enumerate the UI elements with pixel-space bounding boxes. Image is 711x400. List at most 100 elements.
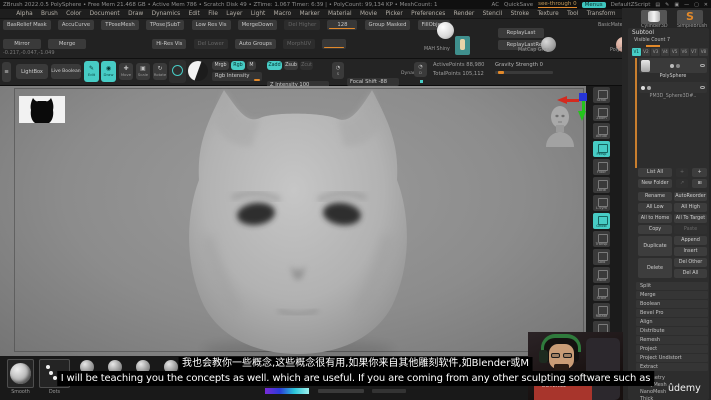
menu-preferences[interactable]: Preferences <box>407 11 449 17</box>
focal-shift-slider[interactable]: Focal Shift -88 <box>347 78 399 86</box>
user-icon[interactable]: ▣ <box>674 2 679 8</box>
edit-mode-button[interactable]: ✎ Edit <box>84 61 99 82</box>
tab-v1[interactable]: V1 <box>632 48 641 56</box>
move-mode-button[interactable]: ✚ Move <box>119 63 133 80</box>
menu-light[interactable]: Light <box>247 11 270 17</box>
accucurve-button[interactable]: AccuCurve <box>57 20 95 30</box>
shelf-slider-2[interactable] <box>372 389 406 393</box>
sculpt-viewport[interactable] <box>0 86 587 356</box>
section-extract[interactable]: Extract <box>636 363 708 371</box>
menu-file[interactable]: File <box>204 11 222 17</box>
shelf-zoom-button[interactable]: Zoom <box>593 105 610 121</box>
sculpt-head-model[interactable] <box>0 86 586 356</box>
mrgb-button[interactable]: Mrgb <box>212 61 229 70</box>
rgb-intensity-slider[interactable]: Rgb Intensity 100 <box>212 72 262 81</box>
insert-button[interactable]: Insert <box>674 247 707 256</box>
shelf-lsym-button[interactable]: L.Sym <box>593 195 610 211</box>
shelf-scroll-button[interactable]: Scroll <box>593 87 610 103</box>
low-res-vis-button[interactable]: Low Res Vis <box>191 20 231 30</box>
tool-cylinder3d[interactable]: Cylinder3D <box>641 10 668 29</box>
add-subtool-icon[interactable]: + <box>692 168 707 177</box>
tab-v5[interactable]: V5 <box>670 48 679 56</box>
menu-render[interactable]: Render <box>449 11 478 17</box>
duplicate-button[interactable]: Duplicate <box>638 236 672 256</box>
menu-brush[interactable]: Brush <box>37 11 62 17</box>
basrelief-mask-button[interactable]: BasRelief Mask <box>3 20 51 30</box>
tab-v8[interactable]: V8 <box>699 48 708 56</box>
section-split[interactable]: Split <box>636 282 708 290</box>
group-masked-button[interactable]: Group Masked <box>364 20 411 30</box>
all-to-home-button[interactable]: All to Home <box>638 214 672 223</box>
menu-draw[interactable]: Draw <box>124 11 148 17</box>
material-current-sphere[interactable] <box>188 61 208 81</box>
eye-icon[interactable] <box>700 63 705 68</box>
rotate-mode-button[interactable]: ↻ Rotate <box>153 63 167 80</box>
visible-count-slider[interactable]: Visible Count 7 <box>634 38 670 43</box>
shelf-rotate-button[interactable]: Rotate <box>593 303 610 319</box>
close-icon[interactable]: ✕ <box>704 2 708 8</box>
section-align[interactable]: Align <box>636 318 708 326</box>
draw-mode-button[interactable]: ◉ Draw <box>101 61 116 82</box>
all-to-target-button[interactable]: All To Target <box>674 214 707 223</box>
tab-v4[interactable]: V4 <box>660 48 670 56</box>
shelf-slider-1[interactable] <box>318 389 364 393</box>
shelf-local-button[interactable]: Local <box>593 177 610 193</box>
seethrough-slider[interactable]: see-through 0 <box>538 1 577 8</box>
menu-color[interactable]: Color <box>62 11 86 17</box>
tab-v2[interactable]: V2 <box>641 48 651 56</box>
res-slider[interactable]: 128 <box>327 20 358 30</box>
all-high-button[interactable]: All High <box>674 203 707 212</box>
maximize-icon[interactable]: ▢ <box>694 2 699 8</box>
menu-transform[interactable]: Transform <box>583 11 620 17</box>
section-boolean[interactable]: Boolean <box>636 300 708 308</box>
zadd-button[interactable]: Zadd <box>267 61 282 70</box>
list-all-button[interactable]: List All <box>638 168 672 177</box>
alpha-preview[interactable] <box>19 96 65 123</box>
stroke-preview-icon[interactable] <box>455 36 470 55</box>
palette-thickskin[interactable]: Thick Skin <box>636 396 664 400</box>
hi-res-vis-button[interactable]: Hi-Res Vis <box>152 39 187 49</box>
tool-simplebrush[interactable]: S SimpleBrush <box>677 10 707 29</box>
shelf-actual-button[interactable]: Actual <box>593 123 610 139</box>
minimize-icon[interactable]: — <box>684 2 689 8</box>
gravity-slider[interactable] <box>495 71 553 74</box>
menu-tool[interactable]: Tool <box>563 11 583 17</box>
shelf-floor-button[interactable]: Floor <box>593 159 610 175</box>
tab-v7[interactable]: V7 <box>689 48 699 56</box>
menu-picker[interactable]: Picker <box>381 11 407 17</box>
pen-icon[interactable]: ✎ <box>665 2 669 8</box>
del-lower-button[interactable]: Del Lower <box>193 39 228 49</box>
copy-button[interactable]: Copy <box>638 225 672 234</box>
mergedown-button[interactable]: MergeDown <box>237 20 278 30</box>
menu-alpha[interactable]: Alpha <box>12 11 37 17</box>
menu-texture[interactable]: Texture <box>533 11 563 17</box>
live-boolean-button[interactable]: Live Boolean <box>51 64 81 79</box>
section-remesh[interactable]: Remesh <box>636 336 708 344</box>
shelf-scale-button[interactable]: Scale <box>593 285 610 301</box>
rename-button[interactable]: Rename <box>638 192 672 201</box>
shelf-move-button[interactable]: Move <box>593 267 610 283</box>
menu-marker[interactable]: Marker <box>295 11 323 17</box>
plus-icon[interactable]: + <box>676 168 688 177</box>
del-higher-button[interactable]: Del Higher <box>284 20 321 30</box>
shelf-ghost-button[interactable]: Ghost <box>593 213 610 229</box>
rgb-button[interactable]: Rgb <box>231 61 245 70</box>
tpose-subt-button[interactable]: TPose|SubT <box>145 20 185 30</box>
menu-macro[interactable]: Macro <box>269 11 295 17</box>
delete-button[interactable]: Delete <box>638 258 672 278</box>
section-distribute[interactable]: Distribute <box>636 327 708 335</box>
mini-slider-1[interactable] <box>322 39 347 49</box>
subtool-item-polysphere[interactable] <box>639 58 707 73</box>
material-sphere-white[interactable] <box>437 22 454 39</box>
subtool-header[interactable]: Subtool <box>632 30 654 36</box>
menus-button[interactable]: Menus <box>581 1 606 8</box>
new-folder-button[interactable]: New Folder <box>638 179 672 188</box>
quicksave-button[interactable]: QuickSave <box>504 2 533 8</box>
tab-v3[interactable]: V3 <box>651 48 660 56</box>
tab-v6[interactable]: V6 <box>679 48 689 56</box>
zcut-button[interactable]: Zcut <box>300 61 313 70</box>
eye-icon[interactable] <box>700 85 705 90</box>
zsub-button[interactable]: Zsub <box>284 61 298 70</box>
m-button[interactable]: M <box>247 61 256 70</box>
folder-up-icon[interactable]: ↗ <box>676 179 688 188</box>
